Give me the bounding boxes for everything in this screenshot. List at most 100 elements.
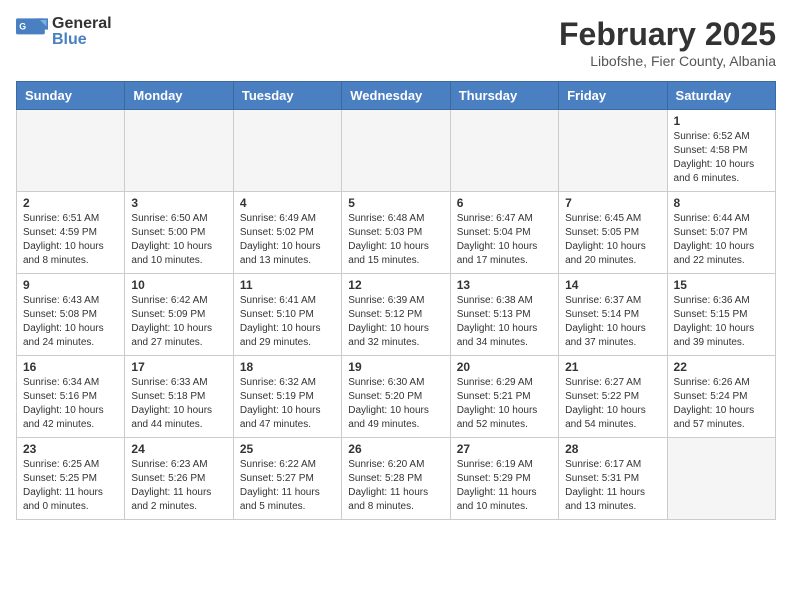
day-info: Sunrise: 6:42 AM Sunset: 5:09 PM Dayligh… <box>131 294 226 350</box>
calendar-cell <box>233 110 341 192</box>
calendar-cell: 9 Sunrise: 6:43 AM Sunset: 5:08 PM Daylig… <box>17 274 125 356</box>
calendar-cell <box>125 110 233 192</box>
day-number: 14 <box>565 278 660 292</box>
calendar-cell: 10 Sunrise: 6:42 AM Sunset: 5:09 PM Dayli… <box>125 274 233 356</box>
day-info: Sunrise: 6:29 AM Sunset: 5:21 PM Dayligh… <box>457 376 552 432</box>
calendar-cell: 1 Sunrise: 6:52 AM Sunset: 4:58 PM Daylig… <box>667 110 775 192</box>
calendar-cell: 2 Sunrise: 6:51 AM Sunset: 4:59 PM Daylig… <box>17 192 125 274</box>
day-info: Sunrise: 6:41 AM Sunset: 5:10 PM Dayligh… <box>240 294 335 350</box>
title-area: February 2025 Libofshe, Fier County, Alb… <box>559 16 776 69</box>
day-info: Sunrise: 6:37 AM Sunset: 5:14 PM Dayligh… <box>565 294 660 350</box>
day-number: 5 <box>348 196 443 210</box>
day-number: 4 <box>240 196 335 210</box>
calendar-cell: 28 Sunrise: 6:17 AM Sunset: 5:31 PM Dayli… <box>559 438 667 520</box>
day-number: 18 <box>240 360 335 374</box>
day-info: Sunrise: 6:17 AM Sunset: 5:31 PM Dayligh… <box>565 458 660 514</box>
calendar-cell: 23 Sunrise: 6:25 AM Sunset: 5:25 PM Dayli… <box>17 438 125 520</box>
day-info: Sunrise: 6:25 AM Sunset: 5:25 PM Dayligh… <box>23 458 118 514</box>
day-info: Sunrise: 6:22 AM Sunset: 5:27 PM Dayligh… <box>240 458 335 514</box>
day-info: Sunrise: 6:44 AM Sunset: 5:07 PM Dayligh… <box>674 212 769 268</box>
day-number: 13 <box>457 278 552 292</box>
day-info: Sunrise: 6:23 AM Sunset: 5:26 PM Dayligh… <box>131 458 226 514</box>
day-info: Sunrise: 6:52 AM Sunset: 4:58 PM Dayligh… <box>674 130 769 186</box>
day-number: 1 <box>674 114 769 128</box>
calendar-cell: 11 Sunrise: 6:41 AM Sunset: 5:10 PM Dayli… <box>233 274 341 356</box>
calendar-table: SundayMondayTuesdayWednesdayThursdayFrid… <box>16 81 776 520</box>
day-info: Sunrise: 6:50 AM Sunset: 5:00 PM Dayligh… <box>131 212 226 268</box>
day-number: 10 <box>131 278 226 292</box>
day-info: Sunrise: 6:51 AM Sunset: 4:59 PM Dayligh… <box>23 212 118 268</box>
day-info: Sunrise: 6:26 AM Sunset: 5:24 PM Dayligh… <box>674 376 769 432</box>
calendar-day-header: Sunday <box>17 82 125 110</box>
day-info: Sunrise: 6:38 AM Sunset: 5:13 PM Dayligh… <box>457 294 552 350</box>
calendar-cell <box>559 110 667 192</box>
calendar-cell: 13 Sunrise: 6:38 AM Sunset: 5:13 PM Dayli… <box>450 274 558 356</box>
calendar-day-header: Monday <box>125 82 233 110</box>
logo-icon: G <box>16 18 48 46</box>
week-row-1: 1 Sunrise: 6:52 AM Sunset: 4:58 PM Daylig… <box>17 110 776 192</box>
calendar-cell: 6Sunrise: 6:47 AM Sunset: 5:04 PM Daylig… <box>450 192 558 274</box>
day-info: Sunrise: 6:33 AM Sunset: 5:18 PM Dayligh… <box>131 376 226 432</box>
page-title: February 2025 <box>559 16 776 53</box>
day-info: Sunrise: 6:36 AM Sunset: 5:15 PM Dayligh… <box>674 294 769 350</box>
logo: G General Blue <box>16 16 112 48</box>
calendar-day-header: Saturday <box>667 82 775 110</box>
day-number: 11 <box>240 278 335 292</box>
day-number: 8 <box>674 196 769 210</box>
calendar-cell <box>667 438 775 520</box>
day-number: 2 <box>23 196 118 210</box>
week-row-4: 16Sunrise: 6:34 AM Sunset: 5:16 PM Dayli… <box>17 356 776 438</box>
day-number: 3 <box>131 196 226 210</box>
calendar-cell: 17 Sunrise: 6:33 AM Sunset: 5:18 PM Dayli… <box>125 356 233 438</box>
calendar-cell: 12 Sunrise: 6:39 AM Sunset: 5:12 PM Dayli… <box>342 274 450 356</box>
day-info: Sunrise: 6:39 AM Sunset: 5:12 PM Dayligh… <box>348 294 443 350</box>
day-number: 26 <box>348 442 443 456</box>
calendar-cell: 25Sunrise: 6:22 AM Sunset: 5:27 PM Dayli… <box>233 438 341 520</box>
day-info: Sunrise: 6:20 AM Sunset: 5:28 PM Dayligh… <box>348 458 443 514</box>
day-number: 23 <box>23 442 118 456</box>
calendar-cell: 19 Sunrise: 6:30 AM Sunset: 5:20 PM Dayli… <box>342 356 450 438</box>
week-row-3: 9 Sunrise: 6:43 AM Sunset: 5:08 PM Daylig… <box>17 274 776 356</box>
day-info: Sunrise: 6:49 AM Sunset: 5:02 PM Dayligh… <box>240 212 335 268</box>
day-number: 27 <box>457 442 552 456</box>
logo-blue-text: Blue <box>52 31 87 48</box>
day-info: Sunrise: 6:47 AM Sunset: 5:04 PM Dayligh… <box>457 212 552 268</box>
calendar-day-header: Friday <box>559 82 667 110</box>
calendar-day-header: Tuesday <box>233 82 341 110</box>
day-number: 17 <box>131 360 226 374</box>
calendar-cell: 16Sunrise: 6:34 AM Sunset: 5:16 PM Dayli… <box>17 356 125 438</box>
calendar-header-row: SundayMondayTuesdayWednesdayThursdayFrid… <box>17 82 776 110</box>
day-number: 19 <box>348 360 443 374</box>
calendar-cell: 20 Sunrise: 6:29 AM Sunset: 5:21 PM Dayli… <box>450 356 558 438</box>
day-number: 12 <box>348 278 443 292</box>
day-number: 20 <box>457 360 552 374</box>
svg-text:G: G <box>19 22 26 32</box>
day-info: Sunrise: 6:43 AM Sunset: 5:08 PM Dayligh… <box>23 294 118 350</box>
calendar-cell: 24 Sunrise: 6:23 AM Sunset: 5:26 PM Dayli… <box>125 438 233 520</box>
calendar-cell: 22 Sunrise: 6:26 AM Sunset: 5:24 PM Dayli… <box>667 356 775 438</box>
calendar-cell: 27 Sunrise: 6:19 AM Sunset: 5:29 PM Dayli… <box>450 438 558 520</box>
day-info: Sunrise: 6:30 AM Sunset: 5:20 PM Dayligh… <box>348 376 443 432</box>
calendar-cell: 4 Sunrise: 6:49 AM Sunset: 5:02 PM Daylig… <box>233 192 341 274</box>
day-info: Sunrise: 6:45 AM Sunset: 5:05 PM Dayligh… <box>565 212 660 268</box>
day-number: 16 <box>23 360 118 374</box>
calendar-day-header: Thursday <box>450 82 558 110</box>
day-info: Sunrise: 6:48 AM Sunset: 5:03 PM Dayligh… <box>348 212 443 268</box>
day-number: 24 <box>131 442 226 456</box>
calendar-day-header: Wednesday <box>342 82 450 110</box>
day-number: 21 <box>565 360 660 374</box>
day-number: 7 <box>565 196 660 210</box>
day-info: Sunrise: 6:32 AM Sunset: 5:19 PM Dayligh… <box>240 376 335 432</box>
calendar-cell: 26 Sunrise: 6:20 AM Sunset: 5:28 PM Dayli… <box>342 438 450 520</box>
day-number: 9 <box>23 278 118 292</box>
week-row-2: 2 Sunrise: 6:51 AM Sunset: 4:59 PM Daylig… <box>17 192 776 274</box>
day-number: 22 <box>674 360 769 374</box>
calendar-cell: 18 Sunrise: 6:32 AM Sunset: 5:19 PM Dayli… <box>233 356 341 438</box>
calendar-cell: 21 Sunrise: 6:27 AM Sunset: 5:22 PM Dayli… <box>559 356 667 438</box>
day-info: Sunrise: 6:19 AM Sunset: 5:29 PM Dayligh… <box>457 458 552 514</box>
calendar-cell: 7 Sunrise: 6:45 AM Sunset: 5:05 PM Daylig… <box>559 192 667 274</box>
day-number: 28 <box>565 442 660 456</box>
calendar-cell: 3 Sunrise: 6:50 AM Sunset: 5:00 PM Daylig… <box>125 192 233 274</box>
week-row-5: 23 Sunrise: 6:25 AM Sunset: 5:25 PM Dayli… <box>17 438 776 520</box>
day-info: Sunrise: 6:27 AM Sunset: 5:22 PM Dayligh… <box>565 376 660 432</box>
